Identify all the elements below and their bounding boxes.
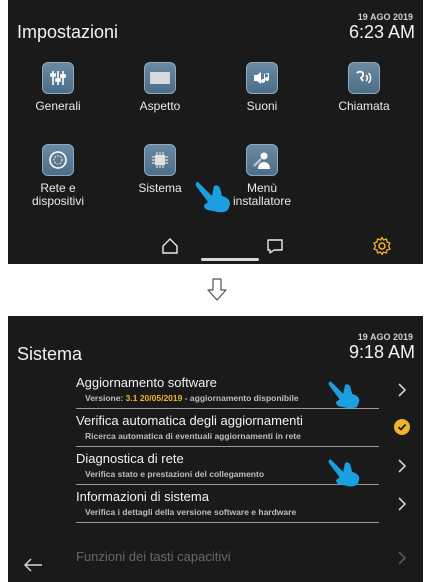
version-value: 3.1 20/05/2019 bbox=[125, 393, 183, 403]
call-icon bbox=[348, 62, 380, 94]
app-label: Chiamata bbox=[338, 99, 390, 113]
app-label: Rete e dispositivi bbox=[31, 181, 85, 208]
app-chiamata[interactable]: Chiamata bbox=[314, 62, 414, 113]
app-label: Generali bbox=[35, 99, 81, 113]
item-subtitle: Ricerca automatica di eventuali aggiorna… bbox=[85, 431, 301, 441]
network-icon bbox=[42, 144, 74, 176]
app-label: Aspetto bbox=[139, 99, 181, 113]
list-item-informazioni-sistema[interactable]: Informazioni di sistema Verifica i detta… bbox=[8, 485, 423, 523]
system-screen: Sistema 19 AGO 2019 9:18 AM Aggiornament… bbox=[8, 316, 423, 582]
page-title: Impostazioni bbox=[17, 22, 119, 42]
app-label: Suoni bbox=[246, 99, 278, 113]
chevron-right-icon bbox=[398, 551, 407, 565]
update-available-text: - aggiornamento disponibile bbox=[182, 393, 299, 403]
divider bbox=[76, 522, 379, 523]
item-title: Informazioni di sistema bbox=[76, 489, 209, 504]
version-prefix: Versione: bbox=[85, 393, 126, 403]
check-icon[interactable] bbox=[394, 419, 410, 435]
home-indicator[interactable] bbox=[201, 258, 259, 261]
app-generali[interactable]: Generali bbox=[8, 62, 108, 113]
app-suoni[interactable]: Suoni bbox=[212, 62, 312, 113]
item-subtitle: Verifica stato e prestazioni del collega… bbox=[85, 469, 265, 479]
item-title: Verifica automatica degli aggiornamenti bbox=[76, 413, 303, 428]
home-icon[interactable] bbox=[158, 234, 182, 258]
item-subtitle: Verifica i dettagli della versione softw… bbox=[85, 507, 297, 517]
settings-screen: Impostazioni 19 AGO 2019 6:23 AM General… bbox=[8, 0, 423, 264]
app-rete-dispositivi[interactable]: Rete e dispositivi bbox=[8, 144, 108, 208]
back-arrow-icon[interactable] bbox=[22, 556, 44, 574]
display-icon bbox=[144, 62, 176, 94]
item-title: Funzioni dei tasti capacitivi bbox=[76, 549, 231, 564]
chevron-right-icon bbox=[398, 383, 407, 397]
gear-icon[interactable] bbox=[370, 234, 394, 258]
down-arrow-icon bbox=[207, 278, 227, 301]
pointing-hand-icon bbox=[328, 459, 360, 487]
item-title: Aggiornamento software bbox=[76, 375, 217, 390]
item-title: Diagnostica di rete bbox=[76, 451, 184, 466]
date-label: 19 AGO 2019 bbox=[357, 332, 413, 342]
chat-icon[interactable] bbox=[263, 234, 287, 258]
date-label: 19 AGO 2019 bbox=[357, 12, 413, 22]
time-label: 9:18 AM bbox=[348, 342, 415, 362]
bottom-nav bbox=[8, 228, 423, 264]
page-title: Sistema bbox=[17, 344, 83, 364]
app-aspetto[interactable]: Aspetto bbox=[110, 62, 210, 113]
chevron-right-icon bbox=[398, 459, 407, 473]
chip-icon bbox=[144, 144, 176, 176]
pointing-hand-icon bbox=[195, 182, 230, 213]
pointing-hand-icon bbox=[328, 381, 360, 409]
item-subtitle: Versione: 3.1 20/05/2019 - aggiornamento… bbox=[85, 393, 299, 403]
chevron-right-icon bbox=[398, 497, 407, 511]
list-item-verifica-automatica[interactable]: Verifica automatica degli aggiornamenti … bbox=[8, 409, 423, 447]
list-item-funzioni-tasti[interactable]: Funzioni dei tasti capacitivi bbox=[8, 547, 423, 582]
sliders-icon bbox=[42, 62, 74, 94]
time-label: 6:23 AM bbox=[348, 22, 415, 42]
installer-icon bbox=[246, 144, 278, 176]
sound-icon bbox=[246, 62, 278, 94]
